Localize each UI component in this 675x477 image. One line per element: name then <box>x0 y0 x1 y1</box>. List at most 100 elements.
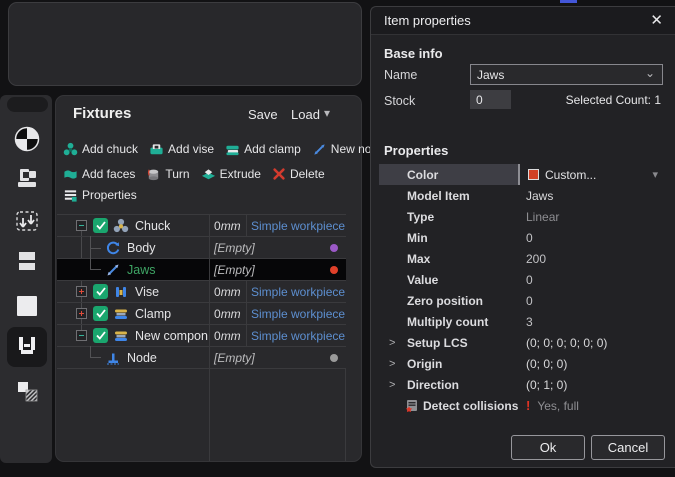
expand-arrow-icon[interactable]: > <box>389 358 407 370</box>
node-icon <box>105 350 121 366</box>
delete-button[interactable]: Delete <box>272 167 325 181</box>
property-row-color[interactable]: Color Custom... ▾ <box>379 164 668 185</box>
dialog-title: Item properties <box>384 13 471 28</box>
property-row-model-item[interactable]: Model Item Jaws <box>379 185 668 206</box>
workpiece-link[interactable]: Simple workpiece <box>247 215 346 236</box>
tree-label: New compon... <box>135 329 209 343</box>
vise-tool-icon <box>14 334 40 360</box>
vise-tool-active-button[interactable] <box>7 327 47 367</box>
property-row-max[interactable]: Max 200 <box>379 248 668 269</box>
ok-button[interactable]: Ok <box>511 435 585 460</box>
viewport-panel <box>8 2 362 86</box>
close-icon[interactable]: ✕ <box>650 11 663 29</box>
color-swatch <box>528 169 539 180</box>
swap-vertical-icon[interactable] <box>13 207 41 235</box>
property-row-direction[interactable]: >Direction (0; 1; 0) <box>379 374 668 395</box>
property-row-min[interactable]: Min 0 <box>379 227 668 248</box>
turn-icon <box>146 167 161 182</box>
base-info-heading: Base info <box>384 46 443 61</box>
properties-button[interactable]: Properties <box>63 188 137 203</box>
property-row-zero-position[interactable]: Zero position 0 <box>379 290 668 311</box>
load-caret-icon[interactable]: ▾ <box>324 106 330 120</box>
properties-heading: Properties <box>384 143 448 158</box>
clamp-icon <box>113 306 129 322</box>
save-button[interactable]: Save <box>248 107 278 122</box>
expand-icon[interactable] <box>76 286 87 297</box>
expand-icon[interactable] <box>76 308 87 319</box>
property-row-detect-collisions[interactable]: Detect collisions !Yes, full <box>379 395 668 416</box>
property-row-setup-lcs[interactable]: >Setup LCS (0; 0; 0; 0; 0; 0) <box>379 332 668 353</box>
delete-icon <box>272 167 286 181</box>
half-stock-icon[interactable] <box>13 378 41 406</box>
item-properties-dialog: Item properties ✕ Base info Name Jaws ⌄ … <box>370 6 675 468</box>
stock-input[interactable]: 0 <box>470 90 511 109</box>
chuck-icon <box>63 142 78 157</box>
detect-collisions-icon <box>405 399 418 412</box>
tree-row-node[interactable]: Node [Empty] <box>57 347 346 369</box>
checkbox-checked[interactable] <box>93 328 108 343</box>
property-row-multiply-count[interactable]: Multiply count 3 <box>379 311 668 332</box>
properties-table: Color Custom... ▾ Model Item Jaws Type L… <box>379 164 668 416</box>
tree-label: Node <box>127 351 157 365</box>
load-button[interactable]: Load <box>291 107 320 122</box>
stock-label: Stock <box>384 94 415 108</box>
warning-icon: ! <box>526 398 530 413</box>
tree-label: Vise <box>135 285 159 299</box>
collapse-icon[interactable] <box>76 220 87 231</box>
extrude-button[interactable]: Extrude <box>201 167 261 182</box>
cancel-button[interactable]: Cancel <box>591 435 665 460</box>
faces-icon <box>63 167 78 182</box>
machine-icon[interactable] <box>13 163 41 191</box>
selected-count: Selected Count: 1 <box>566 93 661 107</box>
status-dot <box>330 266 338 274</box>
extrude-icon <box>201 167 216 182</box>
collapse-icon[interactable] <box>76 330 87 341</box>
name-combobox[interactable]: Jaws ⌄ <box>470 64 663 85</box>
tree-row-jaws-selected[interactable]: Jaws [Empty] <box>57 259 346 281</box>
toolbar-handle[interactable] <box>7 97 48 112</box>
dialog-titlebar: Item properties ✕ <box>371 7 675 35</box>
turn-button[interactable]: Turn <box>146 167 189 182</box>
status-dot <box>330 354 338 362</box>
add-faces-button[interactable]: Add faces <box>63 167 135 182</box>
checkbox-checked[interactable] <box>93 284 108 299</box>
add-clamp-button[interactable]: Add clamp <box>225 142 301 157</box>
add-chuck-button[interactable]: Add chuck <box>63 142 138 157</box>
tree-empty-area <box>57 369 346 461</box>
tree-row-chuck[interactable]: Chuck 0mm Simple workpiece <box>57 215 346 237</box>
datum-circle-icon[interactable] <box>13 125 41 153</box>
workpiece-link[interactable]: Simple workpiece <box>247 281 346 302</box>
chuck-icon <box>113 218 129 234</box>
tree-label: Clamp <box>135 307 171 321</box>
tree-row-vise[interactable]: Vise 0mm Simple workpiece <box>57 281 346 303</box>
tree-row-clamp[interactable]: Clamp 0mm Simple workpiece <box>57 303 346 325</box>
jaws-icon <box>105 262 121 278</box>
workpiece-link[interactable]: Simple workpiece <box>247 303 346 324</box>
workpiece-link[interactable]: Simple workpiece <box>247 325 346 346</box>
stock-stack-icon[interactable] <box>13 247 41 275</box>
property-row-value[interactable]: Value 0 <box>379 269 668 290</box>
vise-icon <box>149 142 164 157</box>
window-accent-sliver <box>560 0 577 3</box>
add-vise-button[interactable]: Add vise <box>149 142 214 157</box>
property-row-type[interactable]: Type Linear <box>379 206 668 227</box>
fixtures-tree: Chuck 0mm Simple workpiece Body [Empty] … <box>57 214 346 461</box>
property-row-origin[interactable]: >Origin (0; 0; 0) <box>379 353 668 374</box>
tree-row-new-component[interactable]: New compon... 0mm Simple workpiece <box>57 325 346 347</box>
chevron-down-icon[interactable]: ⌄ <box>645 66 655 80</box>
stock-square-icon[interactable] <box>13 292 41 320</box>
checkbox-checked[interactable] <box>93 306 108 321</box>
status-dot <box>330 244 338 252</box>
checkbox-checked[interactable] <box>93 218 108 233</box>
dropdown-chevron-icon[interactable]: ▾ <box>652 168 658 181</box>
tree-label: Jaws <box>127 263 155 277</box>
tree-label: Body <box>127 241 156 255</box>
vise-icon <box>113 284 129 300</box>
tree-label: Chuck <box>135 219 170 233</box>
expand-arrow-icon[interactable]: > <box>389 337 407 349</box>
properties-icon <box>63 188 78 203</box>
tree-row-body[interactable]: Body [Empty] <box>57 237 346 259</box>
expand-arrow-icon[interactable]: > <box>389 379 407 391</box>
body-icon <box>105 240 121 256</box>
fixtures-title: Fixtures <box>73 105 131 122</box>
